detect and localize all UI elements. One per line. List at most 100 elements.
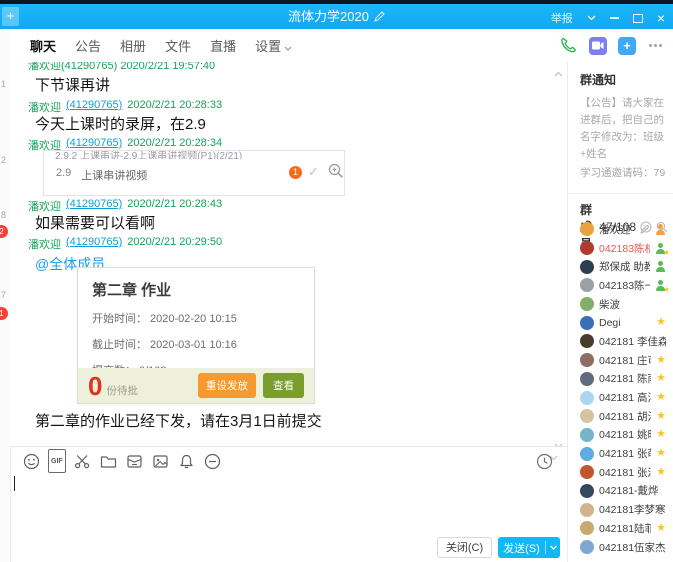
member-name: 042181陆菲雨 <box>599 521 651 536</box>
avatar <box>580 241 594 255</box>
avatar <box>580 521 594 535</box>
member-name: 042183陈一帆 <box>599 278 650 293</box>
member-row[interactable]: 042183陈一帆★ <box>568 276 673 295</box>
image-attachment[interactable]: 2.9.2 上课串讲-2.9上课串讲视频(P1)(2/21) 2.9 上课串讲视… <box>43 150 345 196</box>
session-unread-fragment[interactable]: 8 <box>1 210 6 220</box>
member-row[interactable]: 042181-戴烨 <box>568 482 673 501</box>
folder-icon[interactable] <box>100 452 118 470</box>
edit-pencil-icon[interactable] <box>640 224 650 234</box>
chevron-down-icon[interactable] <box>587 15 596 21</box>
message-input[interactable] <box>10 472 567 532</box>
avatar <box>580 447 594 461</box>
member-row[interactable]: 042181李梦寒 <box>568 500 673 519</box>
star-icon: ★ <box>656 392 666 403</box>
member-row[interactable]: 郑保成 助教 <box>568 257 673 276</box>
group-sidebar: 群通知 【公告】请大家在进群后，把自己的名字修改为：班级+姓名 学习通邀请码：7… <box>567 62 673 562</box>
composer-divider[interactable] <box>10 446 567 447</box>
member-row[interactable]: 042181 姚昕洋★ <box>568 426 673 445</box>
unread-badge[interactable]: 2 <box>0 225 8 238</box>
video-call-icon[interactable] <box>589 37 607 55</box>
message-text: 第二章的作业已经下发，请在3月1日前提交 <box>35 410 322 431</box>
session-unread-fragment[interactable]: 7 <box>1 290 6 300</box>
attachment-clipped-row: 2.9.2 上课串讲-2.9上课串讲视频(P1)(2/21) <box>55 151 315 159</box>
member-row[interactable]: 042181 张萌★ <box>568 444 673 463</box>
avatar <box>580 428 594 442</box>
member-row[interactable]: 042183陈析★ <box>568 239 673 258</box>
gif-icon[interactable]: GIF <box>48 449 66 473</box>
mute-icon[interactable] <box>204 452 222 470</box>
tab-settings[interactable]: 设置 <box>253 27 294 65</box>
tabs: 聊天 公告 相册 文件 直播 设置 <box>10 27 294 65</box>
tab-announcement[interactable]: 公告 <box>73 27 103 65</box>
row-value: 2020-02-20 10:15 <box>150 313 237 325</box>
homework-card: 第二章 作业 开始时间：2020-02-20 10:15 截止时间：2020-0… <box>77 267 315 404</box>
check-icon: ✓ <box>308 164 319 180</box>
member-name: 042181 陈雨 <box>599 371 651 386</box>
row-label: 截止时间： <box>92 339 147 351</box>
message-area[interactable]: 潘欢迎(41290765) 2020/2/21 19:57:40 下节课再讲 潘… <box>10 62 567 446</box>
admin-badge-icon: ★ <box>655 243 666 254</box>
member-row[interactable]: 042181陆菲雨★ <box>568 519 673 538</box>
emoji-icon[interactable] <box>22 452 40 470</box>
more-dots-icon[interactable] <box>647 44 664 47</box>
voice-call-icon[interactable] <box>559 36 578 55</box>
member-name: 042181李梦寒 <box>599 502 666 517</box>
tab-album[interactable]: 相册 <box>118 27 148 65</box>
send-options-chevron-icon[interactable] <box>546 545 560 550</box>
session-unread-fragment[interactable]: 1 <box>1 79 6 89</box>
group-notice-title: 群通知 <box>580 71 665 88</box>
view-button[interactable]: 查看 <box>263 373 304 398</box>
avatar <box>580 391 594 405</box>
image-icon[interactable] <box>152 452 170 470</box>
edit-pencil-icon[interactable] <box>374 11 385 22</box>
scroll-up-arrow[interactable] <box>554 64 563 82</box>
tab-files[interactable]: 文件 <box>163 27 193 65</box>
member-row[interactable]: 潘欢迎 <box>568 220 673 239</box>
owner-badge-icon <box>655 224 666 235</box>
member-row[interactable]: 042181 高洁 ★ <box>568 388 673 407</box>
member-name: 042181 高洁 <box>599 390 651 405</box>
star-icon: ★ <box>656 355 666 366</box>
member-row[interactable]: 042181 陈雨★ <box>568 370 673 389</box>
scroll-down-arrow[interactable] <box>554 436 563 446</box>
titlebar[interactable]: + 流体力学2020 举报 × <box>0 4 673 29</box>
member-row[interactable]: 042181 李佳森 <box>568 332 673 351</box>
member-row[interactable]: 042181伍家杰 <box>568 538 673 557</box>
new-chat-icon[interactable]: + <box>618 37 636 55</box>
row-value: 2020-03-01 10:16 <box>150 339 237 351</box>
session-unread-fragment[interactable]: 2 <box>1 155 6 165</box>
unread-badge[interactable]: 1 <box>0 307 8 320</box>
tab-chat[interactable]: 聊天 <box>28 27 58 65</box>
screenshot-scissors-icon[interactable] <box>74 452 92 470</box>
close-button[interactable]: 关闭(C) <box>437 537 492 558</box>
tab-settings-label: 设置 <box>255 39 281 54</box>
avatar <box>580 409 594 423</box>
tab-live[interactable]: 直播 <box>208 27 238 65</box>
report-button[interactable]: 举报 <box>551 10 573 26</box>
minimize-button[interactable] <box>610 17 619 19</box>
maximize-button[interactable] <box>633 14 643 23</box>
history-clock-icon[interactable] <box>535 452 553 470</box>
member-row[interactable]: 042181 胡治翔★ <box>568 407 673 426</box>
magnifier-plus-icon[interactable] <box>328 163 344 184</box>
homework-card-body: 第二章 作业 开始时间：2020-02-20 10:15 截止时间：2020-0… <box>78 268 314 378</box>
reset-issue-button[interactable]: 重设发放 <box>198 373 256 398</box>
member-row[interactable]: 042181 张泽星★ <box>568 463 673 482</box>
shake-bell-icon[interactable] <box>178 452 196 470</box>
member-row[interactable]: Degi★ <box>568 313 673 332</box>
window-title: 流体力学2020 <box>288 9 369 24</box>
member-name: 042181 张萌 <box>599 446 651 461</box>
member-row[interactable]: 042181 庄可欣 ★ <box>568 351 673 370</box>
member-name: 042181 庄可欣 <box>599 353 651 368</box>
close-window-button[interactable]: × <box>657 13 665 23</box>
red-packet-icon[interactable] <box>126 452 144 470</box>
sender-uin-link[interactable]: (41290765) <box>66 236 122 252</box>
attachment-name: 上课串讲视频 <box>81 167 147 183</box>
avatar <box>580 278 594 292</box>
group-notice-section[interactable]: 群通知 【公告】请大家在进群后，把自己的名字修改为：班级+姓名 学习通邀请码：7… <box>568 62 673 182</box>
homework-deadline-row: 截止时间：2020-03-01 10:16 <box>92 336 300 352</box>
member-name: 042181 张泽星 <box>599 465 651 480</box>
send-button[interactable]: 发送(S) <box>498 537 560 558</box>
sender-name: 潘欢迎 <box>28 236 61 252</box>
member-row[interactable]: 柴波 <box>568 295 673 314</box>
